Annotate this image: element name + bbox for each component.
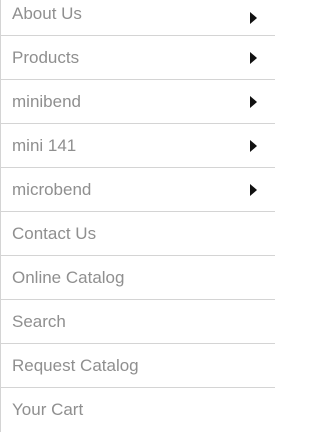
menu-item-label: Your Cart	[12, 400, 84, 419]
submenu-arrow-icon	[250, 51, 257, 64]
submenu-arrow-icon	[250, 95, 257, 108]
menu-item-contact-us[interactable]: Contact Us	[1, 212, 275, 256]
submenu-arrow-icon	[250, 11, 257, 24]
menu-item-products[interactable]: Products	[1, 36, 275, 80]
menu-item-label: About Us	[12, 4, 82, 23]
menu-item-label: mini 141	[12, 135, 77, 155]
menu-item-minibend[interactable]: minibend	[1, 80, 275, 124]
menu-item-label: microbend	[12, 179, 92, 199]
menu-item-your-cart[interactable]: Your Cart	[1, 388, 275, 432]
submenu-arrow-icon	[250, 139, 257, 152]
menu-item-mini-141[interactable]: mini 141	[1, 124, 275, 168]
submenu-arrow-icon	[250, 183, 257, 196]
menu-item-label: Contact Us	[12, 223, 97, 243]
menu-item-request-catalog[interactable]: Request Catalog	[1, 344, 275, 388]
menu-item-label: Search	[12, 311, 66, 331]
side-navigation-menu: About Us Products minibend mini 141 micr…	[0, 0, 275, 432]
menu-item-label: Products	[12, 47, 80, 67]
menu-item-label: minibend	[12, 91, 81, 111]
menu-item-about-us[interactable]: About Us	[1, 0, 275, 36]
menu-item-online-catalog[interactable]: Online Catalog	[1, 256, 275, 300]
menu-item-label: Request Catalog	[12, 355, 139, 375]
menu-item-search[interactable]: Search	[1, 300, 275, 344]
menu-item-label: Online Catalog	[12, 267, 125, 287]
menu-item-microbend[interactable]: microbend	[1, 168, 275, 212]
